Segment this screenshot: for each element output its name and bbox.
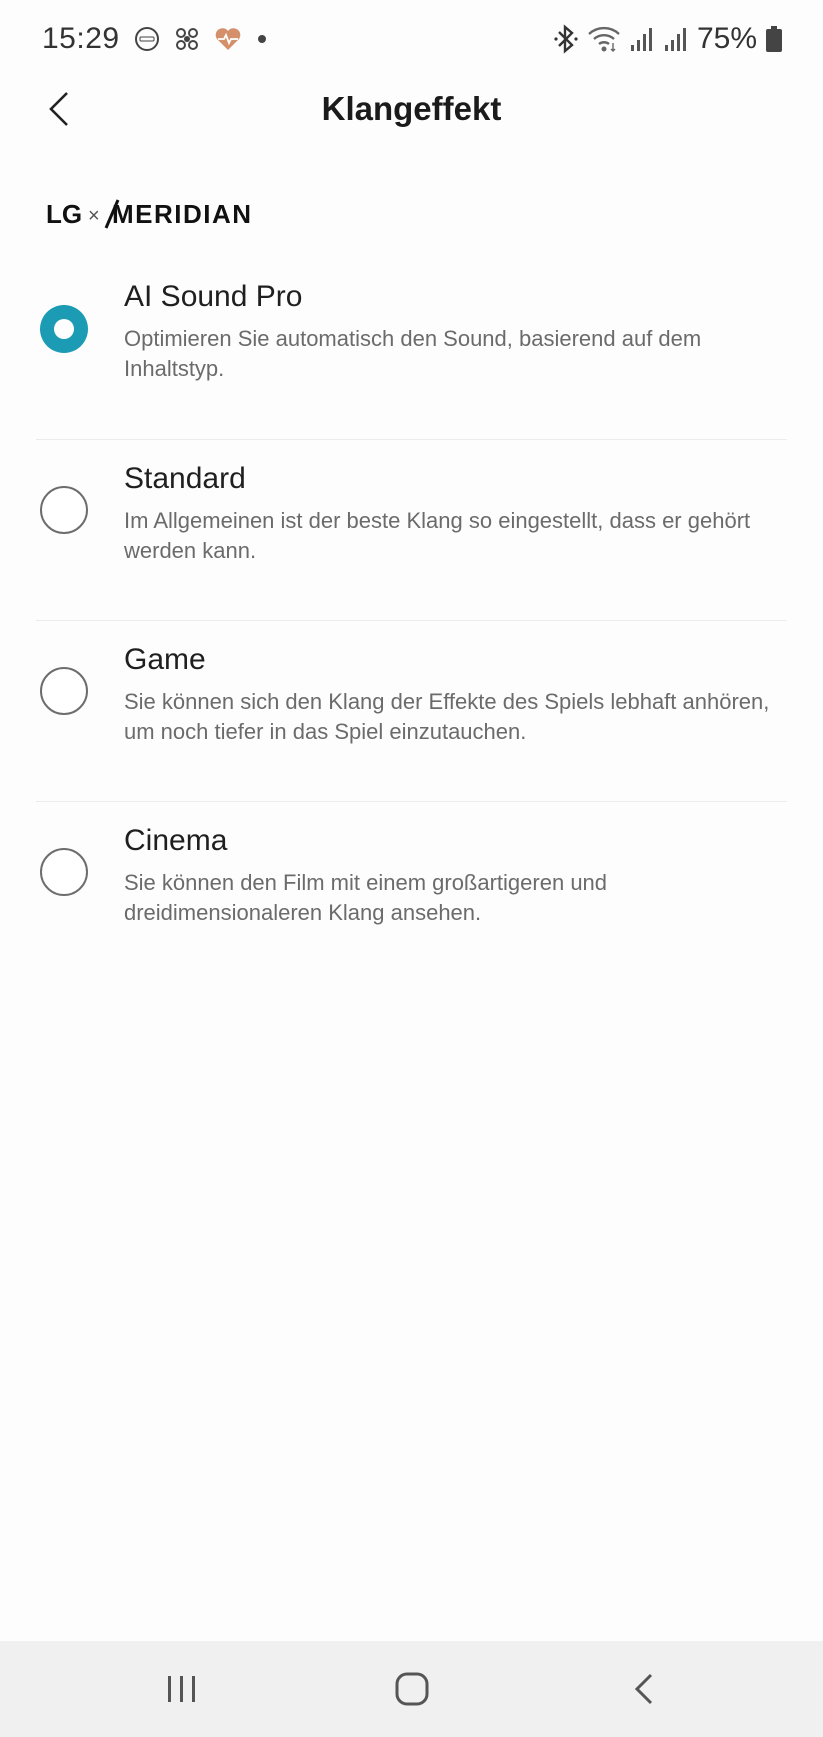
radio-game[interactable] [40, 667, 88, 715]
option-title: AI Sound Pro [124, 280, 303, 313]
heart-rate-icon [214, 26, 242, 52]
radio-ai-sound-pro[interactable] [40, 305, 88, 353]
signal-icon [629, 25, 655, 53]
option-title: Cinema [124, 824, 228, 857]
option-title: Standard [124, 462, 246, 495]
option-description: Sie können den Film mit einem großartige… [124, 870, 608, 925]
radio-standard[interactable] [40, 486, 88, 534]
radio-cinema[interactable] [40, 848, 88, 896]
home-button[interactable] [372, 1649, 452, 1729]
system-back-button[interactable] [604, 1649, 684, 1729]
option-description: Optimieren Sie automatisch den Sound, ba… [124, 326, 702, 381]
fan-icon [174, 26, 200, 52]
back-button[interactable] [34, 84, 84, 134]
dot-icon [256, 33, 268, 45]
recent-apps-button[interactable] [142, 1649, 222, 1729]
signal-icon [663, 25, 689, 53]
status-right: 75% [553, 22, 783, 56]
chevron-left-icon [49, 92, 68, 126]
option-description: Sie können sich den Klang der Effekte de… [124, 689, 770, 744]
status-bar: 15:29 75% [0, 0, 823, 78]
option-description: Im Allgemeinen ist der beste Klang so ei… [124, 508, 751, 563]
option-title: Game [124, 643, 206, 676]
lg-meridian-logo: LG × MERIDIAN [46, 196, 296, 230]
option-cinema[interactable]: Cinema Sie können den Film mit einem gro… [36, 801, 787, 982]
header: Klangeffekt [0, 78, 823, 140]
option-standard[interactable]: Standard Im Allgemeinen ist der beste Kl… [36, 439, 787, 620]
brand-lg: LG [46, 199, 82, 229]
system-nav-bar [0, 1641, 823, 1737]
home-icon [395, 1672, 429, 1706]
status-time: 15:29 [42, 22, 120, 55]
screen: 15:29 75% Klangeffekt LG × MERIDIAN AI S… [0, 0, 823, 1737]
scan-icon [134, 26, 160, 52]
bluetooth-icon [553, 24, 579, 54]
sound-effect-options: AI Sound Pro Optimieren Sie automatisch … [0, 258, 823, 982]
page-title: Klangeffekt [321, 90, 502, 127]
battery-icon [765, 25, 783, 53]
recent-apps-icon [168, 1676, 195, 1702]
wifi-icon [587, 25, 621, 53]
brand-x: × [88, 205, 100, 227]
back-icon [634, 1673, 653, 1705]
option-game[interactable]: Game Sie können sich den Klang der Effek… [36, 620, 787, 801]
status-left: 15:29 [42, 22, 268, 56]
option-ai-sound-pro[interactable]: AI Sound Pro Optimieren Sie automatisch … [36, 258, 787, 439]
brand-meridian: MERIDIAN [112, 199, 253, 229]
battery-percent: 75% [696, 22, 757, 55]
